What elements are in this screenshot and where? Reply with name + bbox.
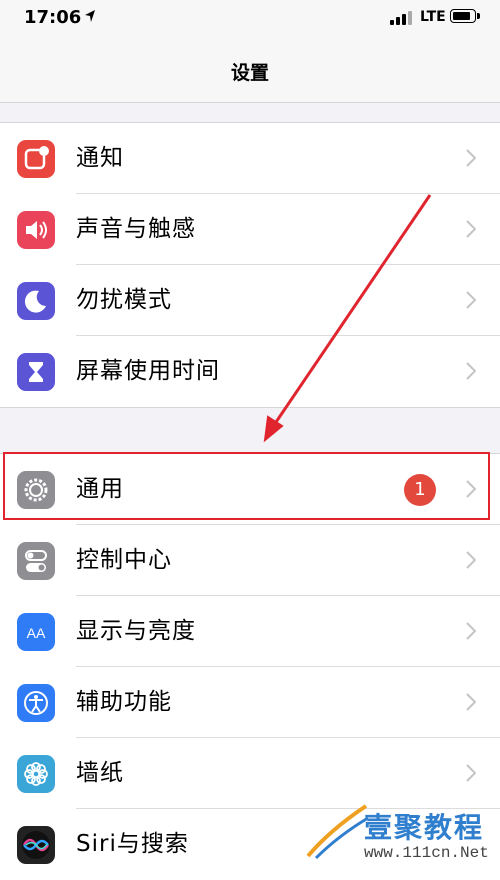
- settings-row-display-brightness[interactable]: AA 显示与亮度: [0, 596, 500, 667]
- chevron-right-icon: [466, 220, 476, 238]
- chevron-right-icon: [466, 362, 476, 380]
- chevron-right-icon: [466, 693, 476, 711]
- settings-row-label: 墙纸: [76, 760, 124, 786]
- chevron-right-icon: [466, 149, 476, 167]
- status-time: 17:06: [24, 7, 82, 28]
- annotation-highlight-box: [3, 452, 490, 520]
- settings-row-accessibility[interactable]: 辅助功能: [0, 667, 500, 738]
- watermark: 壹聚教程 www.111cn.Net: [300, 800, 496, 870]
- settings-row-label: 屏幕使用时间: [76, 358, 220, 384]
- page-title: 设置: [230, 62, 269, 84]
- toggles-icon: [17, 542, 55, 580]
- settings-row-label: Siri与搜索: [76, 831, 189, 857]
- chevron-right-icon: [466, 291, 476, 309]
- siri-icon: [17, 826, 55, 864]
- moon-icon: [17, 282, 55, 320]
- chevron-right-icon: [466, 622, 476, 640]
- network-type: LTE: [420, 9, 446, 25]
- settings-row-label: 通知: [76, 145, 124, 171]
- settings-row-label: 勿扰模式: [76, 287, 172, 313]
- watermark-swoosh-icon: [306, 804, 369, 860]
- chevron-right-icon: [466, 764, 476, 782]
- watermark-url: www.111cn.Net: [364, 844, 489, 862]
- watermark-text: 壹聚教程: [364, 811, 485, 844]
- notifications-icon: [17, 140, 55, 178]
- settings-row-screen-time[interactable]: 屏幕使用时间: [0, 336, 500, 407]
- settings-row-sounds[interactable]: 声音与触感: [0, 194, 500, 265]
- settings-row-notifications[interactable]: 通知: [0, 123, 500, 194]
- settings-row-control-center[interactable]: 控制中心: [0, 525, 500, 596]
- status-bar: 17:06 LTE: [0, 0, 500, 36]
- settings-row-label: 显示与亮度: [76, 618, 196, 644]
- svg-text:AA: AA: [27, 625, 46, 641]
- settings-row-do-not-disturb[interactable]: 勿扰模式: [0, 265, 500, 336]
- accessibility-icon: [17, 684, 55, 722]
- settings-row-wallpaper[interactable]: 墙纸: [0, 738, 500, 809]
- battery-icon: [450, 9, 480, 23]
- navigation-bar: 设置: [0, 36, 500, 103]
- text-size-icon: AA: [17, 613, 55, 651]
- location-arrow-icon: [85, 10, 95, 22]
- settings-group-1: 通知 声音与触感 勿扰模式 屏幕使用时间: [0, 122, 500, 408]
- settings-row-label: 声音与触感: [76, 216, 196, 242]
- sounds-icon: [17, 211, 55, 249]
- chevron-right-icon: [466, 551, 476, 569]
- cellular-signal-icon: [390, 11, 412, 25]
- settings-row-label: 辅助功能: [76, 689, 172, 715]
- wallpaper-icon: [17, 755, 55, 793]
- hourglass-icon: [17, 353, 55, 391]
- settings-row-label: 控制中心: [76, 547, 172, 573]
